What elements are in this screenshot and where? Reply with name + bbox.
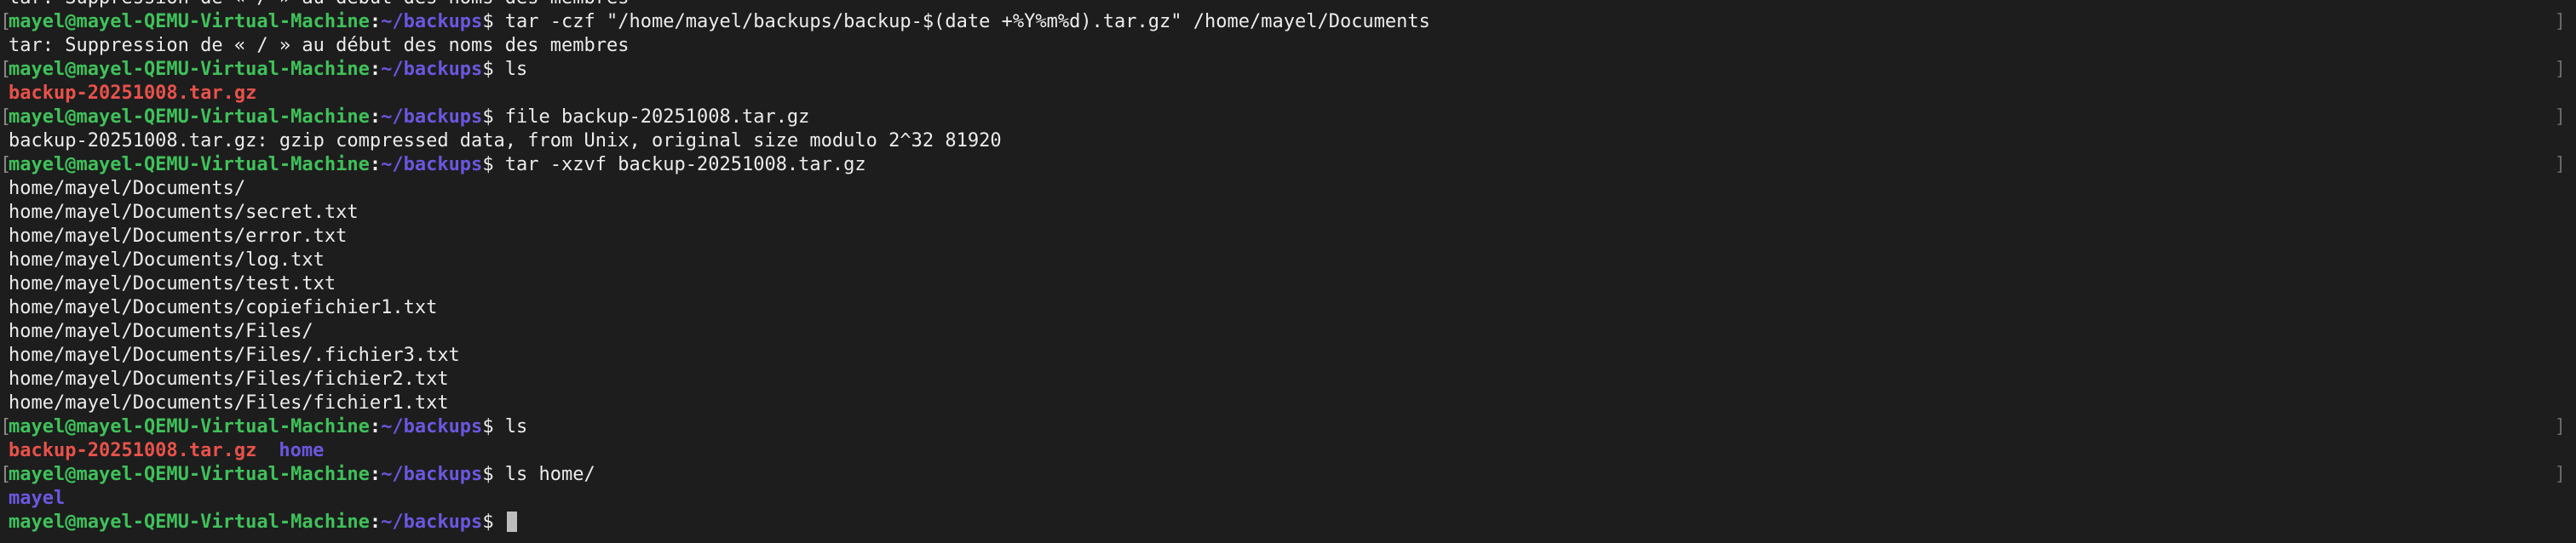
prompt-path: ~/backups	[381, 416, 483, 437]
prompt-colon: :	[369, 106, 382, 128]
prompt-path: ~/backups	[381, 59, 483, 80]
output-line: backup-20251008.tar.gz home	[0, 439, 2576, 463]
prompt-user-host: mayel@mayel-QEMU-Virtual-Machine	[9, 512, 370, 533]
prompt-colon: :	[369, 416, 382, 437]
output-text: tar: Suppression de « / » au début des n…	[9, 0, 629, 9]
prompt-colon: :	[369, 11, 382, 32]
prompt-user-host: mayel@mayel-QEMU-Virtual-Machine	[9, 11, 370, 32]
bracket-left: [	[0, 464, 12, 485]
prompt-dollar: $	[482, 11, 494, 32]
directory-name: mayel	[9, 488, 66, 509]
prompt-line: [mayel@mayel-QEMU-Virtual-Machine:~/back…	[0, 10, 2576, 34]
output-line: home/mayel/Documents/log.txt	[0, 249, 2576, 272]
output-line: home/mayel/Documents/error.txt	[0, 225, 2576, 249]
prompt-user-host: mayel@mayel-QEMU-Virtual-Machine	[9, 464, 370, 485]
prompt-colon: :	[369, 154, 382, 175]
prompt-dollar: $	[482, 154, 494, 175]
bracket-right: ]	[2554, 11, 2566, 32]
bracket-left: [	[0, 59, 12, 80]
prompt-dollar: $	[482, 512, 494, 533]
output-line: home/mayel/Documents/secret.txt	[0, 201, 2576, 225]
terminal-window[interactable]: tar: Suppression de « / » au début des n…	[0, 0, 2576, 543]
bracket-left: [	[0, 11, 12, 32]
prompt-user-host: mayel@mayel-QEMU-Virtual-Machine	[9, 59, 370, 80]
prompt-colon: :	[369, 59, 382, 80]
output-line: tar: Suppression de « / » au début des n…	[0, 34, 2576, 58]
output-line: home/mayel/Documents/test.txt	[0, 272, 2576, 296]
prompt-dollar: $	[482, 416, 494, 437]
output-text: home/mayel/Documents/	[9, 178, 246, 199]
bracket-right: ]	[2554, 416, 2566, 437]
prompt-user-host: mayel@mayel-QEMU-Virtual-Machine	[9, 106, 370, 128]
bracket-left: [	[0, 106, 12, 128]
bracket-left: [	[0, 416, 12, 437]
prompt-line: [mayel@mayel-QEMU-Virtual-Machine:~/back…	[0, 153, 2576, 177]
bracket-right: ]	[2554, 464, 2566, 485]
text-cursor	[506, 512, 517, 532]
prompt-line: [mayel@mayel-QEMU-Virtual-Machine:~/back…	[0, 106, 2576, 129]
active-prompt-line[interactable]: mayel@mayel-QEMU-Virtual-Machine:~/backu…	[0, 511, 2576, 534]
prompt-colon: :	[369, 464, 382, 485]
output-text: tar: Suppression de « / » au début des n…	[9, 35, 630, 56]
output-text: home/mayel/Documents/Files/fichier2.txt	[9, 369, 449, 390]
bracket-right: ]	[2554, 106, 2566, 128]
output-line: home/mayel/Documents/copiefichier1.txt	[0, 296, 2576, 320]
output-line: home/mayel/Documents/Files/fichier2.txt	[0, 368, 2576, 392]
output-text: home/mayel/Documents/copiefichier1.txt	[9, 297, 438, 318]
output-text: home/mayel/Documents/Files/fichier1.txt	[9, 392, 449, 414]
archive-file-name: backup-20251008.tar.gz	[9, 83, 257, 104]
output-text: backup-20251008.tar.gz: gzip compressed …	[9, 130, 1002, 151]
prompt-dollar: $	[482, 464, 494, 485]
command-text: ls	[493, 416, 528, 437]
prompt-path: ~/backups	[381, 106, 483, 128]
output-line: backup-20251008.tar.gz	[0, 82, 2576, 106]
output-text: home/mayel/Documents/log.txt	[9, 249, 325, 271]
prompt-dollar: $	[482, 59, 494, 80]
terminal-output: tar: Suppression de « / » au début des n…	[0, 0, 2576, 534]
prompt-dollar: $	[482, 106, 494, 128]
output-text: home/mayel/Documents/test.txt	[9, 273, 336, 294]
prompt-user-host: mayel@mayel-QEMU-Virtual-Machine	[9, 154, 370, 175]
prompt-path: ~/backups	[381, 512, 483, 533]
command-text: tar -xzvf backup-20251008.tar.gz	[493, 154, 866, 175]
prompt-colon: :	[369, 512, 382, 533]
output-text: home/mayel/Documents/secret.txt	[9, 202, 359, 223]
command-text: file backup-20251008.tar.gz	[493, 106, 810, 128]
bracket-right: ]	[2554, 154, 2566, 175]
directory-name: home	[279, 440, 325, 461]
prompt-line: [mayel@mayel-QEMU-Virtual-Machine:~/back…	[0, 415, 2576, 439]
output-text: home/mayel/Documents/Files/	[9, 321, 313, 342]
command-text: ls	[493, 59, 528, 80]
prompt-line: [mayel@mayel-QEMU-Virtual-Machine:~/back…	[0, 58, 2576, 82]
bracket-right: ]	[2554, 59, 2566, 80]
prompt-user-host: mayel@mayel-QEMU-Virtual-Machine	[9, 416, 370, 437]
prompt-path: ~/backups	[381, 11, 483, 32]
output-line: tar: Suppression de « / » au début des n…	[0, 0, 2576, 10]
output-text: home/mayel/Documents/Files/.fichier3.txt	[9, 345, 460, 366]
prompt-path: ~/backups	[381, 154, 483, 175]
output-line: backup-20251008.tar.gz: gzip compressed …	[0, 129, 2576, 153]
archive-file-name: backup-20251008.tar.gz	[9, 440, 257, 461]
command-text: ls home/	[493, 464, 595, 485]
prompt-path: ~/backups	[381, 464, 483, 485]
command-input[interactable]	[494, 512, 505, 533]
prompt-line: [mayel@mayel-QEMU-Virtual-Machine:~/back…	[0, 463, 2576, 487]
command-text: tar -czf "/home/mayel/backups/backup-$(d…	[493, 11, 1430, 32]
output-line: home/mayel/Documents/Files/.fichier3.txt	[0, 344, 2576, 368]
output-line: home/mayel/Documents/Files/fichier1.txt	[0, 392, 2576, 415]
output-line: mayel	[0, 487, 2576, 511]
bracket-left: [	[0, 154, 12, 175]
output-line: home/mayel/Documents/	[0, 177, 2576, 201]
output-line: home/mayel/Documents/Files/	[0, 320, 2576, 344]
output-text: home/mayel/Documents/error.txt	[9, 226, 348, 247]
